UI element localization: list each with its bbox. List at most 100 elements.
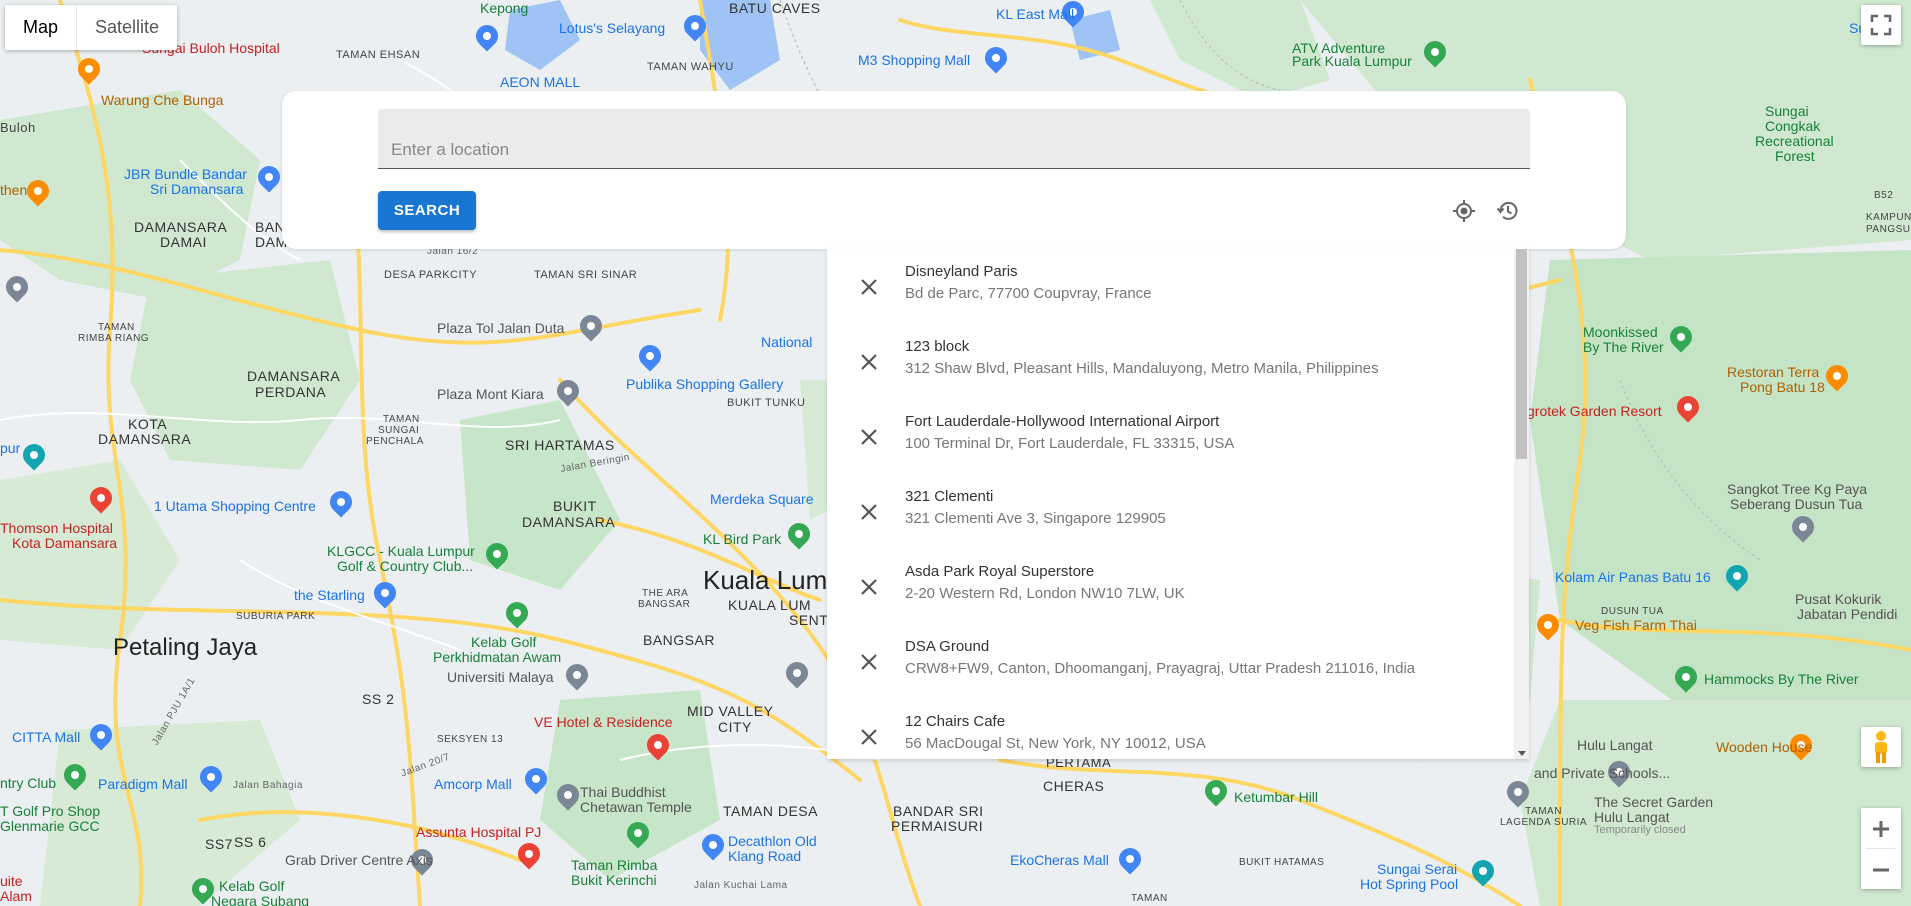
map-label[interactable]: Kelab Golf [471, 634, 536, 650]
map-label[interactable]: VE Hotel & Residence [534, 714, 673, 730]
map-label[interactable]: Congkak [1765, 118, 1820, 134]
scrollbar[interactable] [1514, 249, 1529, 759]
map-label[interactable]: pur [0, 440, 20, 456]
my-location-button[interactable] [1450, 197, 1478, 225]
zoom-in-button[interactable] [1861, 808, 1901, 848]
map-label[interactable]: Recreational [1755, 133, 1834, 149]
map-label[interactable]: Universiti Malaya [447, 669, 554, 685]
map-label[interactable]: Golf & Country Club... [337, 558, 473, 574]
fullscreen-button[interactable] [1861, 5, 1901, 45]
map-label[interactable]: M3 Shopping Mall [858, 52, 970, 68]
map-label[interactable]: Forest [1775, 148, 1815, 164]
map-label[interactable]: Hulu Langat [1577, 737, 1653, 753]
map-label[interactable]: Hot Spring Pool [1360, 876, 1458, 892]
map-label[interactable]: Moonkissed [1583, 324, 1658, 340]
map-label[interactable]: grotek Garden Resort [1527, 403, 1662, 419]
search-button[interactable]: SEARCH [378, 191, 476, 230]
recent-search-item[interactable]: Disneyland Paris Bd de Parc, 77700 Coupvr… [827, 253, 1514, 328]
recent-search-item[interactable]: Asda Park Royal Superstore 2-20 Western R… [827, 553, 1514, 628]
map-label[interactable]: Kelab Golf [219, 878, 284, 894]
recent-search-item[interactable]: 123 block 312 Shaw Blvd, Pleasant Hills, … [827, 328, 1514, 403]
map-label[interactable]: By The River [1583, 339, 1664, 355]
map-label[interactable]: then [0, 182, 27, 198]
map-label[interactable]: KL East Mall [996, 6, 1074, 22]
map-label[interactable]: uite [0, 873, 23, 889]
map-label[interactable]: Glenmarie GCC [0, 818, 100, 834]
recent-search-item[interactable]: 12 Chairs Cafe 56 MacDougal St, New York,… [827, 703, 1514, 759]
map-label[interactable]: Sungai [1765, 103, 1809, 119]
map-label[interactable]: Decathlon Old [728, 833, 817, 849]
map-label[interactable]: Sangkot Tree Kg Paya [1727, 481, 1867, 497]
map-label[interactable]: Alam [0, 888, 32, 904]
map-label[interactable]: Assunta Hospital PJ [416, 824, 541, 840]
map-label[interactable]: Kota Damansara [12, 535, 117, 551]
map-label[interactable]: Seberang Dusun Tua [1730, 496, 1862, 512]
map-label[interactable]: CITTA Mall [12, 729, 80, 745]
remove-recent-button[interactable] [853, 421, 885, 453]
map-label[interactable]: National [761, 334, 812, 350]
map-label[interactable]: T Golf Pro Shop [0, 803, 100, 819]
map-label[interactable]: the Starling [294, 587, 365, 603]
map-label[interactable]: Veg Fish Farm Thai [1575, 617, 1697, 633]
map-label[interactable]: Jabatan Pendidi [1797, 606, 1897, 622]
map-label[interactable]: AEON MALL [500, 74, 580, 90]
map-label[interactable]: Grab Driver Centre Axis [285, 852, 433, 868]
map-label[interactable]: Lotus's Selayang [559, 20, 665, 36]
zoom-out-button[interactable] [1861, 849, 1901, 889]
map-label[interactable]: Ketumbar Hill [1234, 789, 1318, 805]
map-label[interactable]: 1 Utama Shopping Centre [154, 498, 316, 514]
map-label[interactable]: Park Kuala Lumpur [1292, 53, 1412, 69]
remove-recent-button[interactable] [853, 496, 885, 528]
map-label[interactable]: Amcorp Mall [434, 776, 512, 792]
map-label[interactable]: Sungai Serai [1377, 861, 1457, 877]
location-search-input[interactable] [378, 109, 1530, 168]
map-label[interactable]: Bukit Kerinchi [571, 872, 657, 888]
map-label[interactable]: The Secret Garden [1594, 794, 1713, 810]
map-label[interactable]: Paradigm Mall [98, 776, 187, 792]
scrollbar-thumb[interactable] [1516, 249, 1527, 459]
map-label[interactable]: Hulu Langat [1594, 809, 1670, 825]
map-label[interactable]: Plaza Mont Kiara [437, 386, 544, 402]
street-view-pegman[interactable] [1861, 727, 1901, 767]
scroll-down-arrow-icon[interactable] [1518, 751, 1526, 756]
map-label[interactable]: Taman Rimba [571, 857, 657, 873]
map-label[interactable]: Kolam Air Panas Batu 16 [1555, 569, 1711, 585]
map-label[interactable]: Sri Damansara [150, 181, 243, 197]
map-label[interactable]: Thomson Hospital [0, 520, 113, 536]
map-type-map-button[interactable]: Map [5, 5, 77, 50]
recent-search-address: CRW8+FW9, Canton, Dhoomanganj, Prayagraj… [905, 660, 1416, 677]
map-label[interactable]: Perkhidmatan Awam [433, 649, 561, 665]
map-label[interactable]: Hammocks By The River [1704, 671, 1859, 687]
map-label[interactable]: KLGCC - Kuala Lumpur [327, 543, 475, 559]
map-label[interactable]: and Private Schools... [1534, 765, 1670, 781]
history-button[interactable] [1494, 197, 1522, 225]
map-label[interactable]: Plaza Tol Jalan Duta [437, 320, 564, 336]
search-field[interactable] [378, 109, 1530, 169]
map-label[interactable]: EkoCheras Mall [1010, 852, 1109, 868]
map-label[interactable]: Chetawan Temple [580, 799, 692, 815]
map-label[interactable]: ntry Club [0, 775, 56, 791]
remove-recent-button[interactable] [853, 571, 885, 603]
remove-recent-button[interactable] [853, 721, 885, 753]
remove-recent-button[interactable] [853, 346, 885, 378]
map-label[interactable]: Publika Shopping Gallery [626, 376, 783, 392]
map-label[interactable]: Merdeka Square [710, 491, 814, 507]
map-label[interactable]: Warung Che Bunga [101, 92, 223, 108]
map-label[interactable]: JBR Bundle Bandar [124, 166, 247, 182]
recent-search-item[interactable]: DSA Ground CRW8+FW9, Canton, Dhoomanganj,… [827, 628, 1514, 703]
map-label[interactable]: Negara Subang [211, 893, 309, 906]
recent-search-item[interactable]: Fort Lauderdale-Hollywood International … [827, 403, 1514, 478]
close-icon [861, 429, 877, 445]
map-type-satellite-button[interactable]: Satellite [77, 5, 178, 50]
map-label[interactable]: Restoran Terra [1727, 364, 1819, 380]
map-label[interactable]: Thai Buddhist [580, 784, 666, 800]
map-label[interactable]: Pong Batu 18 [1740, 379, 1825, 395]
map-label[interactable]: KL Bird Park [703, 531, 781, 547]
recent-search-item[interactable]: 321 Clementi 321 Clementi Ave 3, Singapor… [827, 478, 1514, 553]
map-label[interactable]: Pusat Kokurik [1795, 591, 1881, 607]
map-label[interactable]: Klang Road [728, 848, 801, 864]
remove-recent-button[interactable] [853, 646, 885, 678]
map-label[interactable]: Kepong [480, 0, 528, 16]
remove-recent-button[interactable] [853, 271, 885, 303]
map-label[interactable]: Wooden House [1716, 739, 1812, 755]
